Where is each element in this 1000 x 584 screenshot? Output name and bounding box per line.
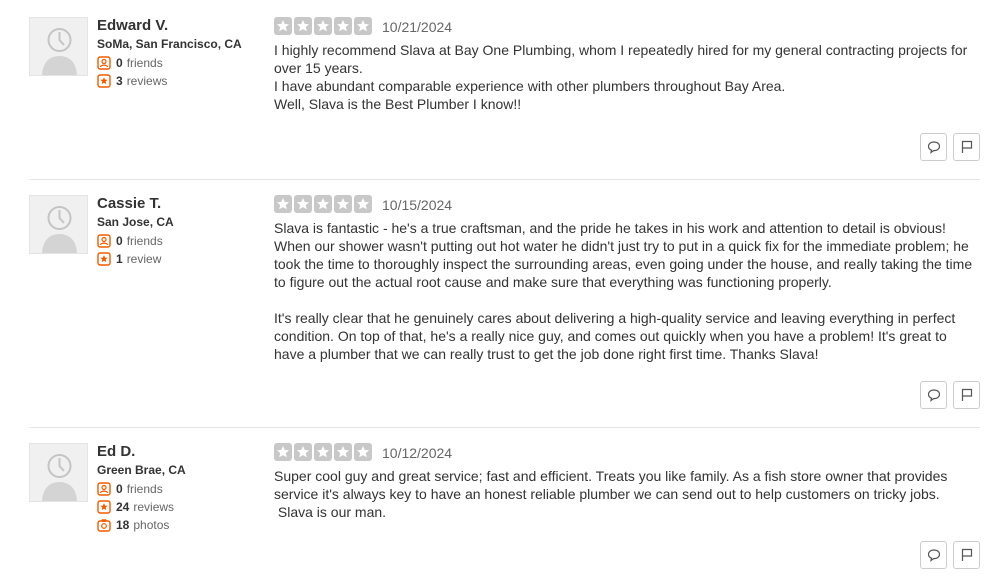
review-divider [29,427,980,428]
comment-button[interactable] [920,133,947,161]
star-icon [354,195,372,213]
friends-stat: 0 friends [97,481,163,497]
flag-button[interactable] [953,381,980,409]
star-icon [334,443,352,461]
reviews-stat: 24 reviews [97,499,174,515]
review-text: Slava is fantastic - he's a true craftsm… [274,219,974,363]
star-rating [274,195,374,213]
star-icon [294,17,312,35]
star-rating [274,17,374,35]
user-name[interactable]: Cassie T. [97,195,161,212]
friends-icon [97,234,111,248]
star-icon [274,17,292,35]
flag-icon [961,548,972,561]
star-icon [354,17,372,35]
default-avatar-icon [42,454,77,501]
review-paragraph: It's really clear that he genuinely care… [274,310,956,362]
review-paragraph: Slava is our man. [274,504,387,520]
review-paragraph: Slava is fantastic - he's a true craftsm… [274,220,973,290]
reviews-label: reviews [133,500,175,514]
default-avatar-icon [42,28,77,75]
reviews-stat: 1 review [97,251,161,267]
review-star-icon [97,500,111,514]
photos-count: 18 [116,518,130,532]
star-rating [274,443,374,461]
friends-label: friends [126,234,163,248]
photos-label: photos [133,518,170,532]
friends-icon [97,56,111,70]
review-date: 10/15/2024 [382,197,453,213]
flag-icon [961,388,972,401]
comment-icon [927,389,940,402]
review-item: Cassie T. San Jose, CA 0 friends 1 revie… [29,195,980,415]
friends-stat: 0 friends [97,55,163,71]
star-icon [334,195,352,213]
star-icon [274,443,292,461]
review-item: Ed D. Green Brae, CA 0 friends 24 review… [29,443,980,578]
reviews-count: 3 [116,74,123,88]
friends-label: friends [126,482,163,496]
friends-icon [97,482,111,496]
star-icon [294,443,312,461]
comment-icon [927,549,940,562]
user-name[interactable]: Edward V. [97,17,168,34]
star-icon [294,195,312,213]
review-paragraph: Super cool guy and great service; fast a… [274,468,948,502]
friends-count: 0 [116,482,123,496]
friends-label: friends [126,56,163,70]
comment-button[interactable] [920,541,947,569]
review-star-icon [97,74,111,88]
reviews-page: Edward V. SoMa, San Francisco, CA 0 frie… [0,0,1000,584]
star-icon [274,195,292,213]
flag-button[interactable] [953,133,980,161]
friends-count: 0 [116,234,123,248]
reviews-count: 1 [116,252,123,266]
friends-count: 0 [116,56,123,70]
comment-icon [927,141,940,154]
user-location: San Jose, CA [97,215,174,229]
review-paragraph: I have abundant comparable experience wi… [274,78,786,94]
review-date: 10/12/2024 [382,445,453,461]
flag-icon [961,140,972,153]
star-icon [314,443,332,461]
comment-button[interactable] [920,381,947,409]
star-icon [354,443,372,461]
review-paragraph: Well, Slava is the Best Plumber I know!! [274,96,522,112]
review-star-icon [97,252,111,266]
review-divider [29,179,980,180]
user-location: SoMa, San Francisco, CA [97,37,242,51]
star-icon [314,17,332,35]
photos-stat: 18 photos [97,517,169,533]
user-location: Green Brae, CA [97,463,186,477]
user-avatar[interactable] [29,17,88,76]
camera-icon [97,519,111,532]
review-item: Edward V. SoMa, San Francisco, CA 0 frie… [29,17,980,167]
default-avatar-icon [42,206,77,253]
user-avatar[interactable] [29,443,88,502]
reviews-stat: 3 reviews [97,73,167,89]
review-paragraph: I highly recommend Slava at Bay One Plum… [274,42,968,76]
reviews-label: review [126,252,162,266]
user-avatar[interactable] [29,195,88,254]
reviews-count: 24 [116,500,130,514]
review-text: I highly recommend Slava at Bay One Plum… [274,41,974,113]
reviews-label: reviews [126,74,168,88]
review-text: Super cool guy and great service; fast a… [274,467,974,521]
review-date: 10/21/2024 [382,19,453,35]
star-icon [334,17,352,35]
user-name[interactable]: Ed D. [97,443,135,460]
friends-stat: 0 friends [97,233,163,249]
flag-button[interactable] [953,541,980,569]
star-icon [314,195,332,213]
